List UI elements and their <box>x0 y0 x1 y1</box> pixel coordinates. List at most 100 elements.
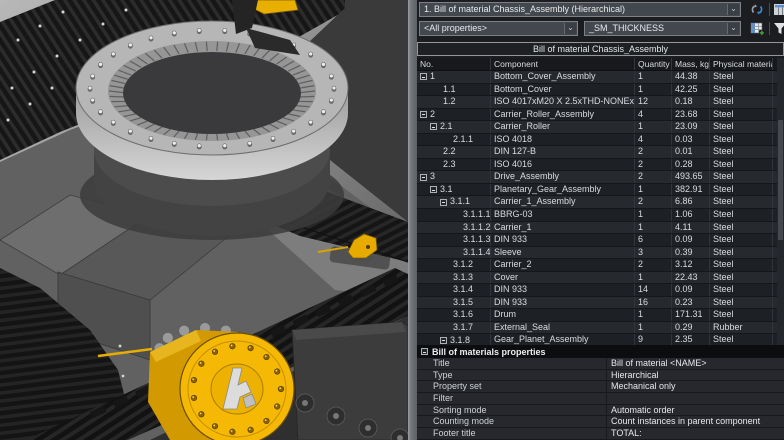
bom-table-body: 1Bottom_Cover_Assembly144.38Steel1.1Bott… <box>417 71 784 345</box>
table-scrollbar[interactable] <box>777 58 784 345</box>
column-header-no[interactable]: No. <box>417 58 491 70</box>
table-row[interactable]: 3.1.8Gear_Planet_Assembly92.35Steel <box>417 334 784 345</box>
property-row[interactable]: Footer titleTOTAL: <box>417 428 784 440</box>
table-row[interactable]: 3.1.1.4Sleeve30.39Steel <box>417 247 784 260</box>
list-view-button[interactable] <box>773 3 784 17</box>
panel-splitter[interactable] <box>408 0 417 440</box>
property-row[interactable]: Filter <box>417 393 784 405</box>
mass-value: 0.01 <box>672 146 710 158</box>
scrollbar-thumb[interactable] <box>778 120 783 240</box>
collapse-icon[interactable] <box>420 73 427 80</box>
column-header-material[interactable]: Physical material <box>710 58 773 70</box>
material-value: Steel <box>710 334 773 345</box>
table-row[interactable]: 2.3ISO 401620.28Steel <box>417 159 784 172</box>
component-name: DIN 933 <box>491 284 635 296</box>
quantity-value: 1 <box>635 222 672 234</box>
mass-value: 0.23 <box>672 297 710 309</box>
chassis-3d-model <box>0 0 408 440</box>
table-row[interactable]: 3Drive_Assembly2493.65Steel <box>417 171 784 184</box>
tree-number-cell: 3.1.2 <box>417 259 491 271</box>
properties-grid: TitleBill of material <NAME>TypeHierarch… <box>417 358 784 440</box>
component-name: Carrier_Roller <box>491 121 635 133</box>
collapse-icon[interactable] <box>440 337 447 344</box>
table-add-icon <box>750 22 765 36</box>
property-row[interactable]: Property setMechanical only <box>417 381 784 393</box>
table-row[interactable]: 3.1Planetary_Gear_Assembly1382.91Steel <box>417 184 784 197</box>
table-row[interactable]: 1Bottom_Cover_Assembly144.38Steel <box>417 71 784 84</box>
material-value: Steel <box>710 71 773 83</box>
3d-viewport[interactable] <box>0 0 408 440</box>
material-value: Steel <box>710 159 773 171</box>
toolbar-separator <box>769 22 770 35</box>
table-row[interactable]: 1.1Bottom_Cover142.25Steel <box>417 84 784 97</box>
mass-value: 493.65 <box>672 171 710 183</box>
tree-number-cell: 3.1.3 <box>417 272 491 284</box>
column-header-component[interactable]: Component <box>491 58 635 70</box>
row-number: 3.1.1.4 <box>463 247 491 259</box>
property-label: Property set <box>417 381 607 392</box>
bom-selector-dropdown[interactable]: 1. Bill of material Chassis_Assembly (Hi… <box>419 2 741 17</box>
property-label: Type <box>417 370 607 381</box>
row-number: 3.1.2 <box>453 259 473 271</box>
table-row[interactable]: 3.1.1.2Carrier_114.11Steel <box>417 222 784 235</box>
table-row[interactable]: 3.1.1.3DIN 93360.09Steel <box>417 234 784 247</box>
collapse-icon[interactable] <box>420 174 427 181</box>
property-label: Counting mode <box>417 416 607 427</box>
filter-button[interactable] <box>773 22 784 36</box>
collapse-icon[interactable] <box>440 199 447 206</box>
table-row[interactable]: 3.1.5DIN 933160.23Steel <box>417 297 784 310</box>
property-filter-value: <All properties> <box>424 23 487 33</box>
table-row[interactable]: 2.1.1ISO 401840.03Steel <box>417 134 784 147</box>
property-row[interactable]: Counting modeCount instances in parent c… <box>417 416 784 428</box>
collapse-icon[interactable] <box>420 111 427 118</box>
properties-panel-header[interactable]: Bill of materials properties <box>417 345 784 358</box>
tree-number-cell: 2 <box>417 109 491 121</box>
row-number: 3.1.5 <box>453 297 473 309</box>
component-name: Gear_Planet_Assembly <box>491 334 635 345</box>
material-value: Steel <box>710 272 773 284</box>
collapse-icon[interactable] <box>430 123 437 130</box>
row-number: 3.1.1 <box>450 196 470 208</box>
tree-number-cell: 3.1.6 <box>417 309 491 321</box>
row-number: 3.1 <box>440 184 453 196</box>
mass-value: 0.18 <box>672 96 710 108</box>
tree-number-cell: 1.1 <box>417 84 491 96</box>
column-header-quantity[interactable]: Quantity <box>635 58 672 70</box>
chevron-down-icon[interactable]: ⌄ <box>727 4 739 15</box>
table-row[interactable]: 3.1.1Carrier_1_Assembly26.86Steel <box>417 196 784 209</box>
mass-value: 6.86 <box>672 196 710 208</box>
column-header-mass[interactable]: Mass, kg <box>672 58 710 70</box>
property-row[interactable]: TitleBill of material <NAME> <box>417 358 784 370</box>
table-row[interactable]: 2.2DIN 127-B20.01Steel <box>417 146 784 159</box>
tree-number-cell: 3.1.5 <box>417 297 491 309</box>
table-row[interactable]: 2.1Carrier_Roller123.09Steel <box>417 121 784 134</box>
row-number: 3.1.1.3 <box>463 234 491 246</box>
add-column-button[interactable] <box>750 22 765 36</box>
property-row[interactable]: TypeHierarchical <box>417 370 784 382</box>
quantity-value: 2 <box>635 171 672 183</box>
tree-number-cell: 3.1.1 <box>417 196 491 208</box>
table-row[interactable]: 3.1.6Drum1171.31Steel <box>417 309 784 322</box>
collapse-icon[interactable] <box>430 186 437 193</box>
table-row[interactable]: 2Carrier_Roller_Assembly423.68Steel <box>417 109 784 122</box>
property-filter-dropdown[interactable]: <All properties> ⌄ <box>419 21 578 36</box>
cad-application-window: 1. Bill of material Chassis_Assembly (Hi… <box>0 0 784 440</box>
chevron-down-icon[interactable]: ⌄ <box>727 23 739 34</box>
table-row[interactable]: 3.1.7External_Seal10.29Rubber <box>417 322 784 335</box>
chevron-down-icon[interactable]: ⌄ <box>564 23 576 34</box>
table-row[interactable]: 3.1.3Cover122.43Steel <box>417 272 784 285</box>
refresh-icon <box>750 3 764 16</box>
collapse-icon[interactable] <box>421 348 428 355</box>
filter-icon <box>773 22 784 35</box>
quantity-value: 14 <box>635 284 672 296</box>
table-row[interactable]: 3.1.1.1BBRG-0311.06Steel <box>417 209 784 222</box>
table-row[interactable]: 1.2ISO 4017xM20 X 2.5xTHD-NONEx40120.18S… <box>417 96 784 109</box>
tree-number-cell: 3.1.1.2 <box>417 222 491 234</box>
table-row[interactable]: 3.1.2Carrier_223.12Steel <box>417 259 784 272</box>
property-select-dropdown[interactable]: _SM_THICKNESS ⌄ <box>584 21 741 36</box>
refresh-button[interactable] <box>750 3 765 17</box>
component-name: DIN 127-B <box>491 146 635 158</box>
mass-value: 0.03 <box>672 134 710 146</box>
table-row[interactable]: 3.1.4DIN 933140.09Steel <box>417 284 784 297</box>
property-row[interactable]: Sorting modeAutomatic order <box>417 405 784 417</box>
